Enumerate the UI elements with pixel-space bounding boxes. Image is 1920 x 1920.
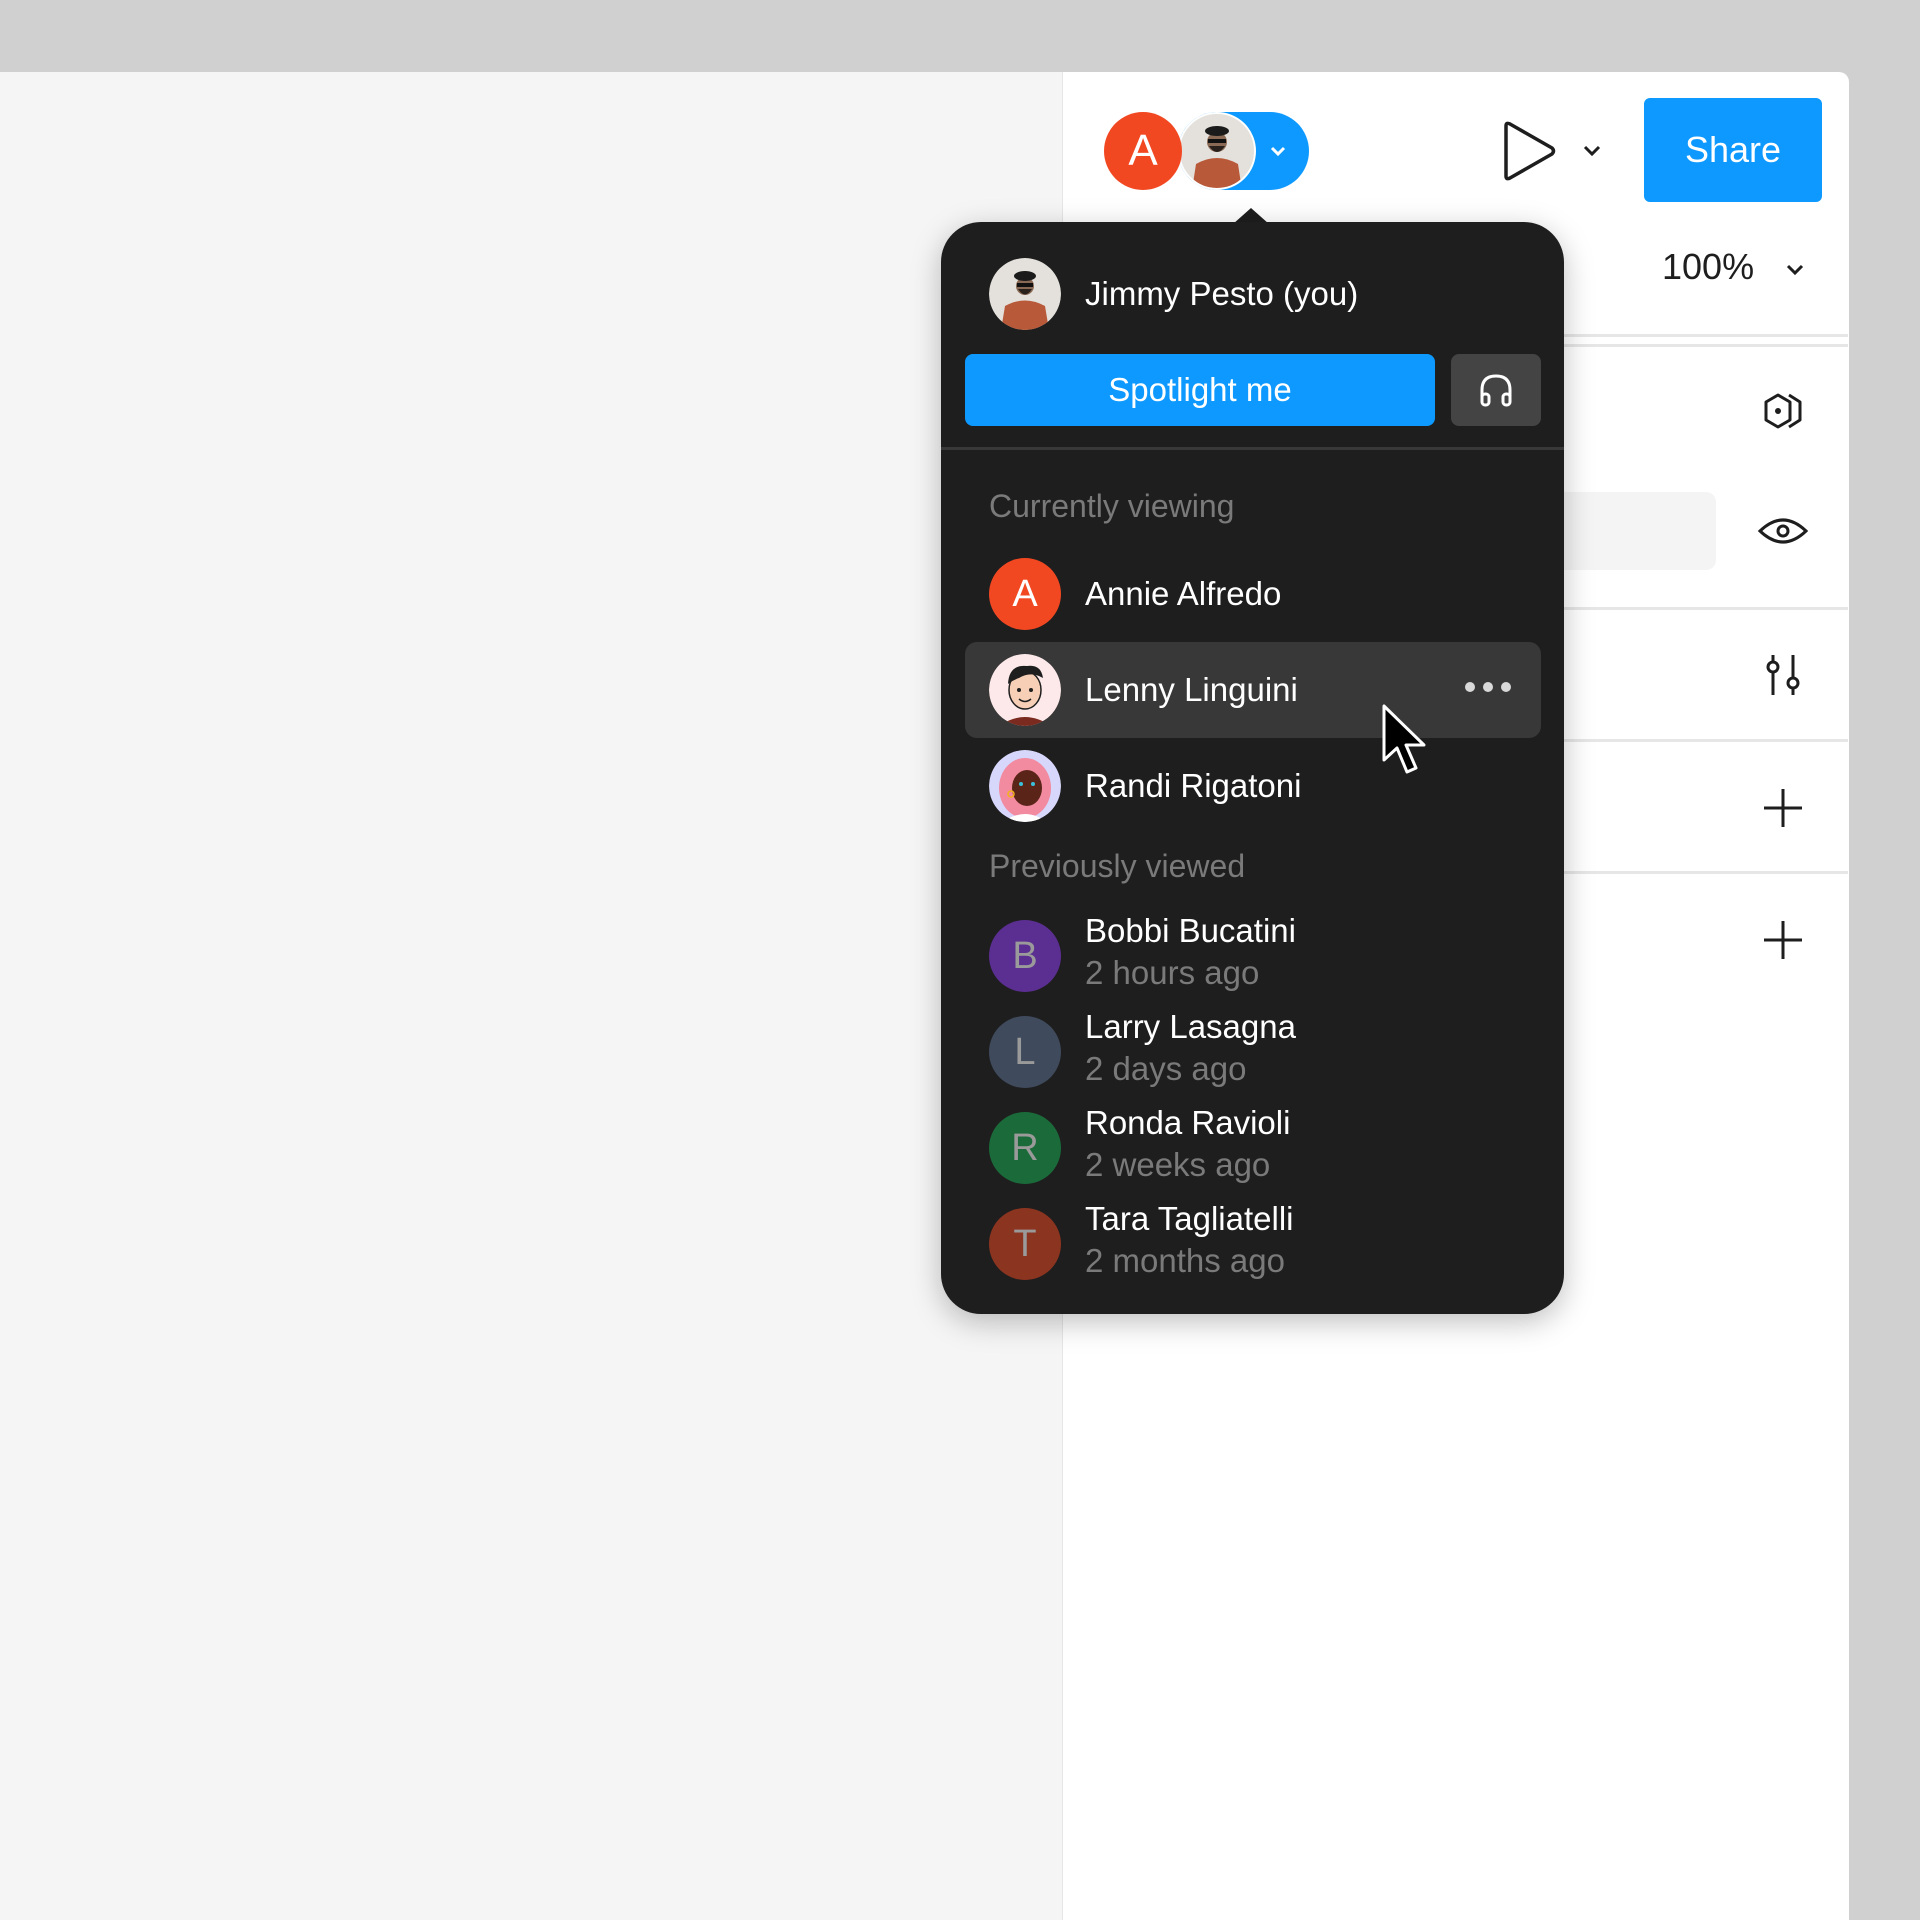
- more-options-icon[interactable]: [1463, 678, 1513, 696]
- jimmy-avatar-photo: [1178, 112, 1256, 190]
- zoom-chevron-icon[interactable]: [1783, 260, 1807, 280]
- viewer-name: Ronda Ravioli: [1085, 1104, 1291, 1141]
- viewer-row[interactable]: Lenny Linguini: [965, 642, 1541, 738]
- avatar: R: [989, 1112, 1061, 1184]
- current-user-name: Jimmy Pesto (you): [1085, 275, 1359, 312]
- popup-divider: [941, 447, 1564, 450]
- previous-viewer-row[interactable]: R Ronda Ravioli 2 weeks ago: [965, 1104, 1541, 1200]
- viewer-name: Tara Tagliatelli: [1085, 1200, 1294, 1237]
- sliders-icon[interactable]: [1756, 649, 1810, 703]
- avatar: L: [989, 1016, 1061, 1088]
- avatar: T: [989, 1208, 1061, 1280]
- viewer-row[interactable]: Randi Rigatoni: [965, 738, 1541, 834]
- viewer-name: Annie Alfredo: [1085, 575, 1282, 612]
- viewer-row[interactable]: A Annie Alfredo: [965, 546, 1541, 642]
- lenny-avatar: [989, 654, 1061, 726]
- previous-viewer-row[interactable]: T Tara Tagliatelli 2 months ago: [965, 1200, 1541, 1296]
- currently-viewing-label: Currently viewing: [989, 488, 1235, 524]
- eye-icon[interactable]: [1756, 504, 1810, 558]
- present-play-icon[interactable]: [1500, 120, 1558, 182]
- present-options-chevron-icon[interactable]: [1580, 141, 1604, 161]
- plus-icon[interactable]: [1756, 913, 1810, 967]
- headphones-icon: [1480, 374, 1512, 407]
- jimmy-avatar: [989, 258, 1061, 330]
- previous-viewer-row[interactable]: L Larry Lasagna 2 days ago: [965, 1008, 1541, 1104]
- viewed-time: 2 days ago: [1085, 1050, 1247, 1087]
- component-icon[interactable]: [1756, 386, 1810, 440]
- mouse-cursor-icon: [1382, 704, 1426, 774]
- viewed-time: 2 weeks ago: [1085, 1146, 1271, 1183]
- design-canvas[interactable]: [0, 72, 1062, 1920]
- viewer-name: Lenny Linguini: [1085, 671, 1298, 708]
- chevron-down-icon: [1270, 146, 1286, 157]
- viewer-name: Larry Lasagna: [1085, 1008, 1296, 1045]
- collaborators-popup: Jimmy Pesto (you) Spotlight me Currently…: [941, 222, 1564, 1314]
- spotlight-me-button[interactable]: Spotlight me: [965, 354, 1435, 426]
- audio-button[interactable]: [1451, 354, 1541, 426]
- viewed-time: 2 hours ago: [1085, 954, 1260, 991]
- share-button[interactable]: Share: [1644, 98, 1822, 202]
- previous-viewer-row[interactable]: B Bobbi Bucatini 2 hours ago: [965, 912, 1541, 1008]
- plus-icon[interactable]: [1756, 781, 1810, 835]
- viewer-name: Bobbi Bucatini: [1085, 912, 1296, 949]
- zoom-level[interactable]: 100%: [1662, 246, 1754, 288]
- collaborators-dropdown-button[interactable]: [1178, 112, 1309, 190]
- collaborator-avatar-annie[interactable]: A: [1104, 112, 1182, 190]
- randi-avatar: [989, 750, 1061, 822]
- current-user-row: Jimmy Pesto (you): [989, 258, 1358, 330]
- avatar: A: [989, 558, 1061, 630]
- viewer-name: Randi Rigatoni: [1085, 767, 1302, 804]
- previously-viewed-label: Previously viewed: [989, 848, 1246, 884]
- viewed-time: 2 months ago: [1085, 1242, 1285, 1279]
- avatar: B: [989, 920, 1061, 992]
